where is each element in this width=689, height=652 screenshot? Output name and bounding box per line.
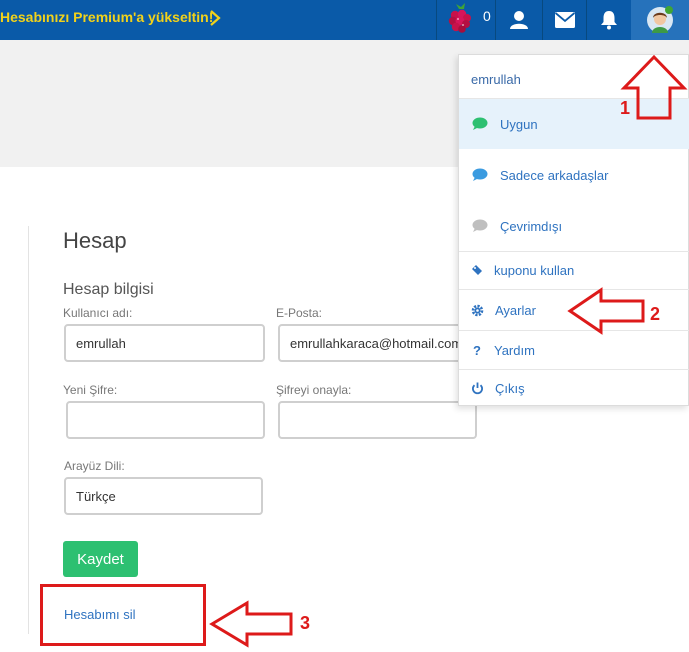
- chat-bubble-green-icon: [472, 117, 488, 130]
- messages-button[interactable]: [543, 0, 586, 40]
- redeem-coupon-item[interactable]: kuponu kullan: [459, 252, 689, 288]
- annotation-arrow-left-icon: [209, 600, 293, 648]
- username-label: Kullanıcı adı:: [63, 306, 133, 320]
- user-icon: [510, 11, 528, 29]
- section-title: Hesap bilgisi: [63, 281, 154, 298]
- avatar-icon: [647, 6, 673, 33]
- help-item[interactable]: ? Yardım: [459, 331, 689, 369]
- notifications-button[interactable]: [587, 0, 631, 40]
- annotation-highlight-box: [40, 584, 206, 646]
- credits-count: 0: [483, 8, 491, 24]
- annotation-step-1: 1: [620, 98, 631, 118]
- page: Hesabınızı Premium'a yükseltin! 0 Hesap …: [0, 0, 689, 652]
- username-field[interactable]: emrullah: [64, 324, 265, 362]
- ticket-icon: [472, 265, 482, 275]
- annotation-step-2: 2: [650, 304, 661, 324]
- save-button[interactable]: Kaydet: [63, 541, 138, 577]
- annotation-arrow-left-icon: [567, 287, 645, 335]
- language-label: Arayüz Dili:: [64, 459, 125, 473]
- status-friends-only[interactable]: Sadece arkadaşlar: [459, 149, 689, 201]
- confirm-password-field[interactable]: [278, 401, 477, 439]
- status-friends-only-label: Sadece arkadaşlar: [500, 167, 609, 183]
- user-menu-avatar-button[interactable]: [631, 0, 689, 40]
- email-label: E-Posta:: [276, 306, 323, 320]
- annotation-step-3: 3: [300, 613, 311, 633]
- top-navigation-bar: Hesabınızı Premium'a yükseltin! 0: [0, 0, 689, 40]
- logout-item[interactable]: Çıkış: [459, 370, 689, 406]
- raspberry-icon: [448, 3, 471, 33]
- chat-bubble-grey-icon: [472, 219, 488, 232]
- question-icon: ?: [473, 342, 481, 358]
- new-password-label: Yeni Şifre:: [63, 383, 118, 397]
- content-divider: [28, 226, 29, 634]
- profile-button[interactable]: [496, 0, 542, 40]
- menu-username: emrullah: [471, 72, 521, 87]
- status-offline-label: Çevrimdışı: [500, 218, 563, 234]
- confirm-password-label: Şifreyi onayla:: [276, 383, 352, 397]
- redeem-coupon-label: kuponu kullan: [494, 262, 575, 278]
- email-field[interactable]: emrullahkaraca@hotmail.com: [278, 324, 476, 362]
- gear-icon: [471, 304, 484, 316]
- power-icon: [472, 382, 483, 394]
- chevron-right-icon: [210, 10, 221, 26]
- chat-bubble-blue-icon: [472, 168, 488, 181]
- bell-icon: [601, 11, 617, 30]
- upgrade-premium-link[interactable]: Hesabınızı Premium'a yükseltin!: [0, 9, 213, 25]
- credits-button[interactable]: 0: [437, 0, 495, 40]
- logout-label: Çıkış: [495, 380, 525, 396]
- new-password-field[interactable]: [66, 401, 265, 439]
- status-offline[interactable]: Çevrimdışı: [459, 201, 689, 251]
- language-select[interactable]: Türkçe: [64, 477, 263, 515]
- status-available-label: Uygun: [500, 116, 538, 132]
- mail-icon: [554, 12, 575, 28]
- page-title: Hesap: [63, 228, 127, 253]
- settings-label: Ayarlar: [495, 302, 536, 318]
- help-label: Yardım: [494, 342, 535, 358]
